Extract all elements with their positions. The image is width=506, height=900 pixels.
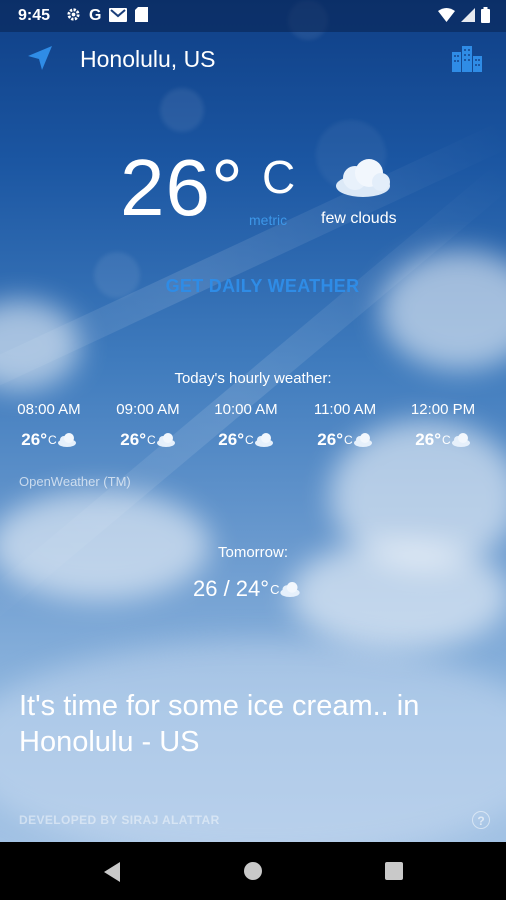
hourly-temp: 26° (317, 430, 344, 449)
hourly-time: 11:00 AM (313, 401, 377, 418)
hourly-item: 11:00 AM 26° C (300, 401, 390, 450)
current-location-button[interactable] (26, 44, 54, 77)
hourly-unit: C (245, 433, 254, 447)
sd-card-icon (135, 7, 149, 25)
get-daily-weather-button[interactable]: GET DAILY WEATHER (150, 276, 375, 297)
cloud-icon (57, 433, 76, 447)
status-time: 9:45 (18, 7, 51, 24)
hourly-unit: C (442, 433, 451, 447)
hourly-item: 10:00 AM 26° C (201, 401, 291, 450)
weather-screen: 9:45 G Honolulu, US 26° C metric few clo… (0, 0, 506, 900)
cloud-icon (156, 433, 175, 447)
lens-flare (94, 252, 140, 298)
hourly-item: 09:00 AM 26° C (103, 401, 193, 450)
wifi-icon (438, 8, 455, 27)
tomorrow-title: Tomorrow: (217, 544, 288, 561)
tomorrow-temps: 26 / 24° (193, 576, 270, 601)
hourly-time: 09:00 AM (116, 401, 180, 418)
navigation-arrow-icon (26, 44, 54, 77)
hourly-time: 08:00 AM (17, 401, 81, 418)
city-list-button[interactable] (450, 44, 484, 77)
cloud-icon (254, 433, 273, 447)
weather-provider-credit[interactable]: OpenWeather (TM) (19, 474, 131, 489)
lens-flare (160, 88, 204, 132)
current-temperature: 26° (120, 143, 244, 232)
hourly-temp: 26° (21, 430, 48, 449)
back-icon[interactable] (104, 862, 120, 882)
recents-icon[interactable] (385, 862, 403, 880)
cloud-icon (353, 433, 372, 447)
hourly-item: 12:00 PM 26° C (398, 401, 488, 450)
tomorrow-unit: C (270, 581, 280, 597)
hourly-unit: C (147, 433, 156, 447)
google-icon: G (89, 7, 102, 24)
cloud-icon (280, 581, 301, 597)
unit-system-toggle[interactable]: metric (249, 212, 287, 228)
weather-quote: It's time for some ice cream.. in Honolu… (19, 690, 420, 758)
hourly-time: 10:00 AM (214, 401, 278, 418)
temperature-unit: C (262, 151, 296, 203)
hourly-temp: 26° (218, 430, 245, 449)
hourly-temp: 26° (120, 430, 147, 449)
city-buildings-icon (450, 46, 484, 76)
gear-icon (66, 7, 81, 25)
hourly-time: 12:00 PM (410, 401, 476, 418)
condition-description: few clouds (321, 210, 397, 227)
status-notification-icons: G (66, 7, 149, 25)
cloud-icon (451, 433, 470, 447)
hourly-title: Today's hourly weather: (174, 370, 332, 387)
hourly-item: 08:00 AM 26° C (4, 401, 94, 450)
hourly-unit: C (344, 433, 353, 447)
help-icon[interactable]: ? (472, 811, 490, 829)
gmail-icon (109, 7, 128, 25)
hourly-unit: C (48, 433, 57, 447)
developer-credit[interactable]: DEVELOPED BY SIRAJ ALATTAR (19, 813, 220, 827)
tomorrow-forecast: 26 / 24° C (193, 576, 301, 602)
hourly-temp: 26° (415, 430, 442, 449)
status-bar: 9:45 G (0, 0, 506, 32)
battery-icon (481, 7, 490, 28)
city-name[interactable]: Honolulu, US (80, 46, 216, 73)
signal-icon (461, 8, 475, 27)
cloud-icon (333, 158, 393, 203)
status-system-icons (438, 7, 490, 28)
home-icon[interactable] (244, 862, 262, 880)
